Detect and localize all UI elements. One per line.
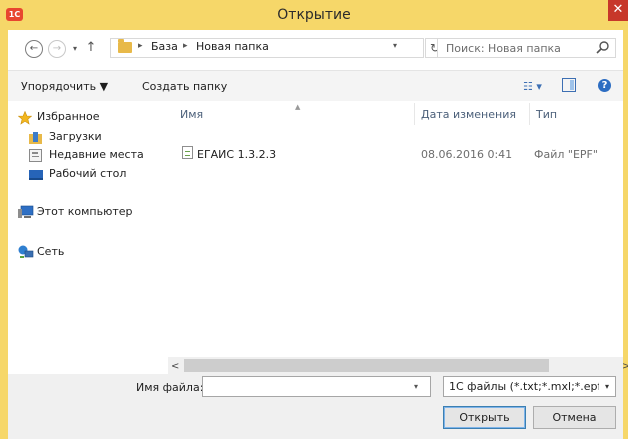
sidebar-item-recent-places[interactable]: Недавние места [49, 148, 144, 161]
sidebar-item-this-pc[interactable]: Этот компьютер [37, 205, 133, 218]
help-icon[interactable]: ? [598, 79, 611, 92]
column-divider[interactable] [414, 103, 415, 125]
search-icon[interactable] [595, 40, 611, 56]
forward-button[interactable]: → [48, 40, 66, 58]
breadcrumb-item-new-folder[interactable]: Новая папка [196, 40, 269, 53]
window-frame-left [0, 30, 8, 439]
column-header-type[interactable]: Тип [536, 108, 557, 121]
breadcrumb-separator[interactable]: ▸ [138, 41, 143, 51]
scroll-right-arrow[interactable]: > [622, 361, 628, 372]
scroll-left-arrow[interactable]: < [171, 361, 179, 372]
sidebar-item-favorites[interactable]: Избранное [37, 110, 99, 123]
scroll-thumb[interactable] [184, 359, 549, 372]
sort-ascending-icon: ▲ [295, 103, 301, 111]
sidebar-item-network[interactable]: Сеть [37, 245, 64, 258]
breadcrumb-separator[interactable]: ▸ [183, 41, 188, 51]
window-title: Открытие [277, 7, 351, 23]
close-button[interactable]: ✕ [608, 0, 628, 21]
filename-label: Имя файла: [136, 381, 204, 394]
file-row-type[interactable]: Файл "EPF" [534, 148, 598, 161]
desktop-icon [29, 170, 43, 180]
sidebar-item-desktop[interactable]: Рабочий стол [49, 167, 126, 180]
computer-icon [18, 205, 34, 218]
file-list[interactable] [168, 101, 623, 357]
cancel-button[interactable]: Отмена [533, 406, 616, 429]
window-frame-right [623, 30, 628, 439]
organize-button[interactable]: Упорядочить ▼ [21, 80, 108, 93]
change-view-button[interactable]: ☷ ▾ [523, 80, 542, 93]
back-button[interactable]: ← [25, 40, 43, 58]
breadcrumb-item-baza[interactable]: База [151, 40, 178, 53]
sidebar-item-downloads[interactable]: Загрузки [49, 130, 102, 143]
open-button[interactable]: Открыть [443, 406, 526, 429]
address-dropdown-icon[interactable]: ▾ [393, 41, 397, 50]
preview-pane-icon[interactable] [562, 78, 576, 92]
filename-dropdown-icon[interactable]: ▾ [414, 382, 418, 391]
recent-places-icon [29, 149, 42, 162]
column-divider[interactable] [529, 103, 530, 125]
recent-locations-button[interactable]: ▾ [69, 40, 81, 58]
folder-icon [118, 39, 132, 53]
column-header-date[interactable]: Дата изменения [421, 108, 516, 121]
new-folder-button[interactable]: Создать папку [142, 80, 227, 93]
column-header-name[interactable]: Имя [180, 108, 203, 121]
up-button[interactable]: ↑ [83, 39, 99, 57]
file-type-value[interactable]: 1С файлы (*.txt;*.mxl;*.epf;*.erf [449, 380, 599, 393]
filename-input[interactable] [202, 376, 431, 397]
star-icon [18, 111, 32, 125]
epf-file-icon [182, 146, 193, 159]
file-row-date[interactable]: 08.06.2016 0:41 [421, 148, 512, 161]
search-input[interactable] [446, 40, 586, 56]
network-icon [18, 245, 34, 258]
file-row-name[interactable]: ЕГАИС 1.3.2.3 [197, 148, 276, 161]
file-type-dropdown-icon[interactable]: ▾ [605, 382, 609, 391]
downloads-folder-icon [29, 132, 42, 144]
